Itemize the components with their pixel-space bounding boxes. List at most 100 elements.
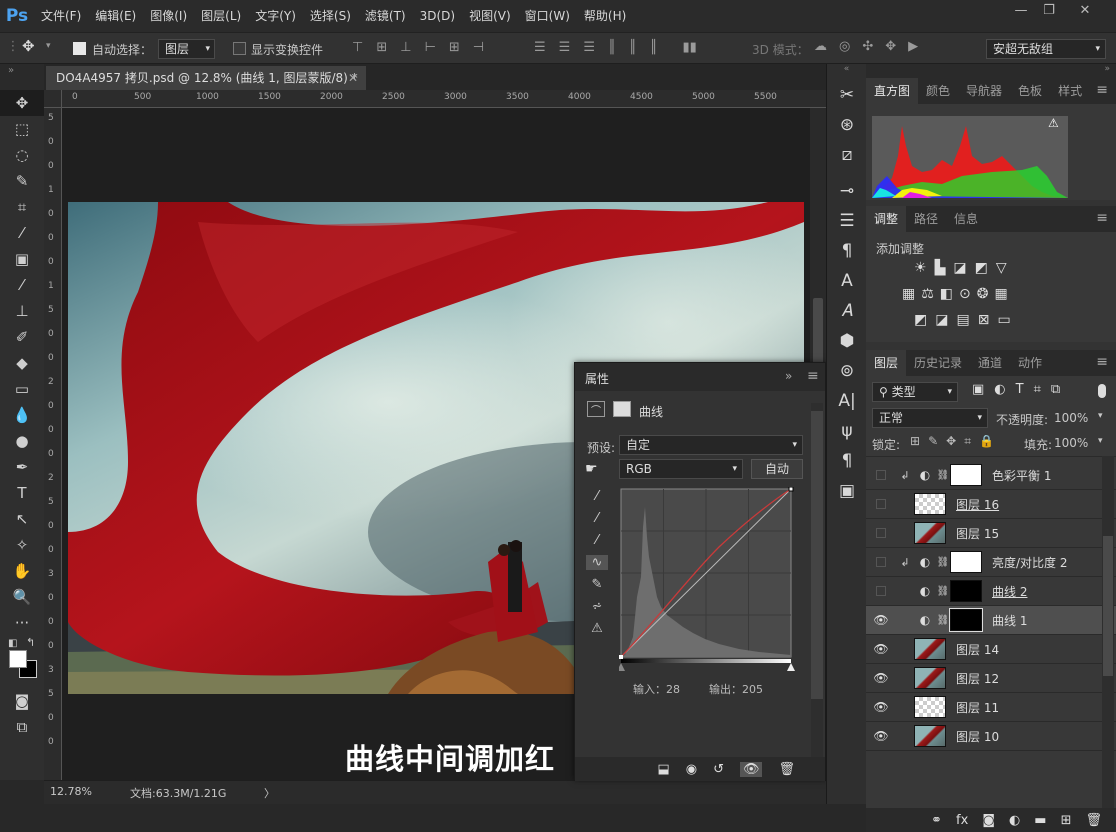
mask-link-icon[interactable]: ⛓: [936, 586, 950, 597]
layer-name[interactable]: 图层 11: [956, 699, 999, 716]
libraries-icon[interactable]: ⊚: [827, 356, 867, 386]
layer-name[interactable]: 曲线 1: [992, 612, 1027, 629]
menu-item[interactable]: 窗口(W): [518, 0, 577, 32]
distribute-hcenter-icon[interactable]: ║: [629, 40, 637, 55]
visibility-eye-icon[interactable]: 👁: [866, 613, 896, 627]
visibility-toggle[interactable]: [876, 499, 886, 509]
panel-tab[interactable]: 样式: [1050, 78, 1090, 104]
eraser-tool-icon[interactable]: ◆: [0, 350, 44, 376]
align-right-icon[interactable]: ⊣: [473, 40, 484, 55]
shape-tool-icon[interactable]: ✧: [0, 532, 44, 558]
align-vcenter-icon[interactable]: ⊞: [376, 40, 387, 55]
move-tool-icon[interactable]: ✥: [22, 37, 35, 55]
panel-tab[interactable]: 通道: [970, 350, 1010, 376]
layer-thumbnail[interactable]: [950, 580, 982, 602]
panel-menu-icon[interactable]: ≡: [1096, 82, 1108, 98]
layer-row[interactable]: 👁 图层 12: [866, 664, 1116, 693]
tools-icon[interactable]: ✂: [827, 80, 867, 110]
invert-icon[interactable]: ◩: [914, 312, 927, 328]
add-mask-icon[interactable]: ◙: [982, 813, 995, 828]
brush-settings-icon[interactable]: ⊸: [827, 176, 867, 206]
clone-source-icon[interactable]: ⊛: [827, 110, 867, 140]
close-icon[interactable]: ✕: [348, 66, 358, 90]
toolbar-collapse-icon[interactable]: »: [0, 64, 44, 90]
menu-item[interactable]: 选择(S): [303, 0, 358, 32]
show-transform-checkbox[interactable]: [233, 42, 246, 55]
smart-object-filter-icon[interactable]: ⧉: [1051, 382, 1060, 397]
layer-row[interactable]: 图层 15: [866, 519, 1116, 548]
zoom-tool-icon[interactable]: 🔍: [0, 584, 44, 610]
layer-thumbnail[interactable]: [949, 608, 983, 632]
menu-item[interactable]: 3D(D): [413, 0, 462, 32]
adjustment-filter-icon[interactable]: ◐: [994, 382, 1005, 397]
history-brush-tool-icon[interactable]: ✐: [0, 324, 44, 350]
lock-artboard-icon[interactable]: ⌗: [964, 434, 971, 449]
dodge-tool-icon[interactable]: ●: [0, 428, 44, 454]
mask-link-icon[interactable]: ⛓: [936, 615, 950, 626]
pixel-filter-icon[interactable]: ▣: [972, 382, 984, 397]
auto-select-checkbox[interactable]: [73, 42, 86, 55]
panel-tab[interactable]: 图层: [866, 350, 907, 376]
layer-row[interactable]: 👁 图层 10: [866, 722, 1116, 751]
type-filter-icon[interactable]: T: [1016, 382, 1024, 397]
workspace-dropdown[interactable]: 安超无敌组 ▾: [986, 39, 1106, 59]
panel-tab[interactable]: 动作: [1010, 350, 1050, 376]
layer-name[interactable]: 图层 15: [956, 525, 999, 542]
eyedropper-tool-icon[interactable]: ⁄: [0, 220, 44, 246]
auto-button[interactable]: 自动: [751, 459, 803, 479]
visibility-toggle[interactable]: [876, 470, 886, 480]
gradient-tool-icon[interactable]: ▭: [0, 376, 44, 402]
curves-adjustment-icon[interactable]: ⌒: [587, 401, 605, 417]
fill-value[interactable]: 100%: [1054, 436, 1088, 450]
levels-icon[interactable]: ▙: [935, 260, 946, 276]
posterize-icon[interactable]: ◪: [935, 312, 948, 328]
layer-name[interactable]: 图层 10: [956, 728, 999, 745]
more-tools-icon[interactable]: ···: [0, 610, 44, 636]
mask-link-icon[interactable]: ⛓: [936, 470, 950, 481]
new-group-icon[interactable]: ▬: [1034, 813, 1046, 828]
opacity-value[interactable]: 100%: [1054, 411, 1088, 425]
mask-icon[interactable]: [613, 401, 631, 417]
menu-item[interactable]: 滤镜(T): [358, 0, 413, 32]
curves-icon[interactable]: ◪: [953, 260, 966, 276]
slide-3d-icon[interactable]: ✥: [885, 39, 896, 54]
panel-tab[interactable]: 导航器: [958, 78, 1010, 104]
view-previous-icon[interactable]: ◉: [686, 762, 697, 777]
visibility-eye-icon[interactable]: 👁: [866, 700, 896, 714]
panel-tab[interactable]: 调整: [866, 206, 907, 232]
panel-tab[interactable]: 路径: [906, 206, 946, 232]
ruler-origin[interactable]: [44, 90, 62, 108]
char-styles-icon[interactable]: A: [827, 266, 867, 296]
collapse-panel-icon[interactable]: »: [785, 369, 792, 383]
swap-colors-icon[interactable]: ↰: [26, 636, 35, 649]
distribute-top-icon[interactable]: ☰: [534, 40, 546, 55]
color-lookup-icon[interactable]: ▦: [995, 286, 1008, 302]
menu-item[interactable]: 编辑(E): [88, 0, 143, 32]
visibility-eye-icon[interactable]: 👁: [866, 642, 896, 656]
layer-name[interactable]: 图层 16: [956, 496, 999, 513]
visibility-eye-icon[interactable]: 👁: [866, 729, 896, 743]
channel-dropdown[interactable]: RGB ▾: [619, 459, 743, 479]
photo-filter-icon[interactable]: ⊙: [959, 286, 971, 302]
delete-layer-icon[interactable]: 🗑: [1085, 813, 1102, 828]
vertical-ruler[interactable]: 5 0 0 1 0 0 0 1 5 0 0 2 0 0 0 2 5 0 0 3 0 0 0 3 5 0 0: [44, 108, 62, 780]
layer-thumbnail[interactable]: [914, 522, 946, 544]
chevron-down-icon[interactable]: ▾: [1098, 411, 1103, 421]
layers-scrollbar[interactable]: [1102, 456, 1114, 808]
panel-tab[interactable]: 历史记录: [906, 350, 970, 376]
hue-saturation-icon[interactable]: ▦: [902, 286, 915, 302]
visibility-toggle[interactable]: [876, 528, 886, 538]
layer-row[interactable]: 图层 16: [866, 490, 1116, 519]
black-white-icon[interactable]: ◧: [940, 286, 953, 302]
align-hcenter-icon[interactable]: ⊞: [449, 40, 460, 55]
layer-thumbnail[interactable]: [914, 493, 946, 515]
distribute-right-icon[interactable]: ║: [650, 40, 658, 55]
distribute-bottom-icon[interactable]: ☰: [583, 40, 595, 55]
quick-mask-icon[interactable]: ◙: [0, 688, 44, 714]
zoom-level[interactable]: 12.78%: [50, 785, 92, 798]
panel-tab[interactable]: 信息: [946, 206, 986, 232]
align-left-icon[interactable]: ⊢: [425, 40, 436, 55]
orbit-3d-icon[interactable]: ☁: [814, 39, 827, 54]
new-layer-icon[interactable]: ⊞: [1061, 813, 1072, 828]
paragraph-icon[interactable]: ¶: [827, 446, 867, 476]
